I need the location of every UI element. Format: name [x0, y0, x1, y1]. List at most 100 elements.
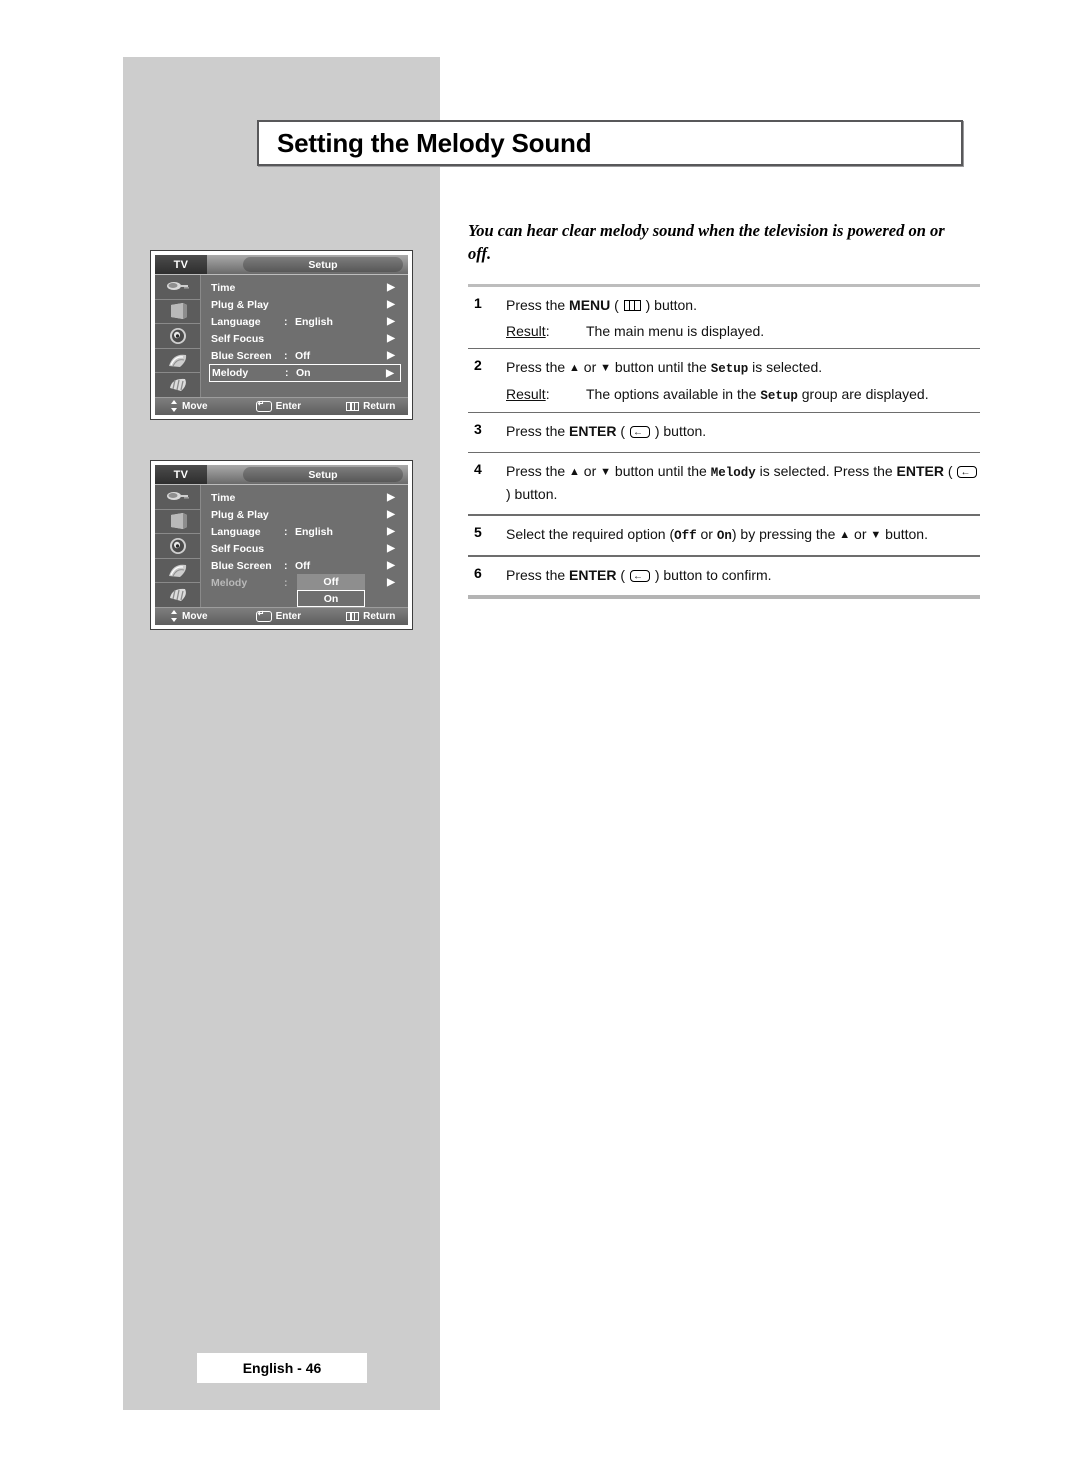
step-text: Press the ENTER ( ← ) button. [506, 421, 980, 443]
melody-dropdown[interactable]: Off On [297, 574, 365, 607]
row-label: Language [211, 525, 261, 538]
row-label: Blue Screen [211, 559, 272, 572]
up-down-arrows-icon [171, 610, 178, 622]
result-label: Result: [506, 322, 550, 339]
row-label: Melody [212, 367, 249, 379]
open-paren: ( [610, 297, 623, 313]
row-label: Plug & Play [211, 298, 269, 311]
footer-return-label: Return [363, 610, 396, 622]
osd-row-time[interactable]: Time ▶ [209, 279, 401, 296]
menu-button-label: MENU [569, 297, 611, 313]
step-number: 1 [474, 295, 482, 311]
row-label: Time [211, 491, 236, 504]
osd-tv-tab: TV [155, 465, 207, 484]
step-number: 5 [474, 523, 482, 540]
up-arrow-icon: ▲ [569, 362, 580, 375]
enter-icon: ← [957, 466, 978, 479]
tv-set-icon [155, 510, 200, 534]
step-text: Press the ▲ or ▼ button until the Melody… [506, 461, 980, 505]
step-number: 4 [474, 461, 482, 478]
right-arrow-icon: ▶ [387, 333, 395, 344]
up-down-arrows-icon [171, 400, 178, 412]
intro-paragraph: You can hear clear melody sound when the… [468, 221, 945, 264]
row-colon: : [284, 315, 288, 328]
dropdown-option-off[interactable]: Off [297, 574, 365, 590]
enter-icon: ← [629, 569, 650, 582]
menu-icon [623, 300, 641, 311]
enter-key-icon [255, 399, 272, 412]
result-text: The options available in the Setup group… [586, 385, 929, 403]
step-number: 6 [474, 564, 482, 581]
row-colon: : [284, 349, 288, 362]
row-colon: : [284, 559, 288, 572]
open-paren: ( [944, 463, 957, 480]
row-value: On [296, 367, 311, 379]
footer-move-label: Move [182, 400, 208, 412]
osd-row-self-focus[interactable]: Self Focus ▶ [209, 540, 401, 557]
osd-header: TV Setup [155, 465, 408, 485]
right-arrow-icon: ▶ [386, 367, 394, 379]
osd-icon-column [155, 275, 201, 397]
step-result: Result: The main menu is displayed. [506, 323, 980, 339]
enter-button-label: ENTER [896, 463, 944, 480]
osd-row-language[interactable]: Language : English ▶ [209, 523, 401, 540]
conj-or-2: or [850, 525, 871, 542]
down-arrow-icon: ▼ [870, 528, 882, 541]
osd-row-time[interactable]: Time ▶ [209, 489, 401, 506]
antenna-icon [155, 275, 200, 300]
menu-key-icon [346, 401, 360, 411]
step-text-post: ) by pressing the [731, 525, 840, 542]
osd-body: Time ▶ Plug & Play ▶ Language : English … [155, 275, 408, 397]
step-number: 2 [474, 357, 482, 374]
row-label: Plug & Play [211, 508, 269, 521]
osd-row-blue-screen[interactable]: Blue Screen : Off ▶ [209, 347, 401, 364]
osd-row-blue-screen[interactable]: Blue Screen : Off ▶ [209, 557, 401, 574]
right-arrow-icon: ▶ [387, 560, 395, 571]
steps-list: 1 Press the MENU ( ) button. Result: The… [468, 284, 980, 599]
page-title-box: Setting the Melody Sound [257, 120, 963, 166]
step-3: 3 Press the ENTER ( ← ) button. [468, 413, 980, 452]
osd-setup-tab[interactable]: Setup [243, 467, 403, 482]
right-arrow-icon: ▶ [387, 577, 395, 588]
conj-or: or [579, 463, 601, 480]
osd-setup-tab[interactable]: Setup [243, 257, 403, 272]
right-arrow-icon: ▶ [387, 282, 395, 293]
osd-row-self-focus[interactable]: Self Focus ▶ [209, 330, 401, 347]
osd-row-language[interactable]: Language : English ▶ [209, 313, 401, 330]
step-text-pre: Press the [506, 423, 570, 440]
footer-return: Return [346, 611, 395, 622]
step-text-post2: button. [881, 525, 928, 542]
osd-icon-column [155, 485, 201, 607]
down-arrow-icon: ▼ [600, 466, 612, 479]
step-text-post2: ) button. [506, 485, 558, 502]
hand-fan-icon [155, 349, 200, 373]
footer-enter: Enter [255, 399, 301, 412]
setup-keyword: Setup [710, 362, 749, 377]
right-arrow-icon: ▶ [387, 299, 395, 310]
step-2: 2 Press the ▲ or ▼ button until the Setu… [468, 349, 980, 411]
dropdown-option-on-selected[interactable]: On [297, 590, 365, 607]
result-label: Result: [506, 385, 550, 402]
open-paren: ( [616, 423, 629, 440]
osd-rows-2: Time ▶ Plug & Play ▶ Language : English … [201, 485, 408, 607]
footer-return: Return [346, 401, 395, 412]
step-text-mid: button until the [611, 359, 711, 376]
osd-row-plug-and-play[interactable]: Plug & Play ▶ [209, 506, 401, 523]
step-text: Select the required option (Off or On) b… [506, 524, 980, 546]
osd-row-melody-selected[interactable]: Melody : On ▶ [209, 364, 401, 382]
step-1: 1 Press the MENU ( ) button. Result: The… [468, 287, 980, 348]
page-number-badge: English - 46 [197, 1353, 367, 1383]
enter-button-label: ENTER [569, 423, 617, 440]
osd-tv-tab: TV [155, 255, 207, 274]
up-arrow-icon: ▲ [569, 466, 580, 479]
right-arrow-icon: ▶ [387, 350, 395, 361]
step-text-post: ) button to confirm. [650, 566, 772, 583]
footer-enter-label: Enter [275, 610, 302, 622]
enter-key-icon [255, 609, 272, 622]
osd-body: Time ▶ Plug & Play ▶ Language : English … [155, 485, 408, 607]
hand-fan-icon [155, 559, 200, 583]
open-paren: ( [616, 566, 629, 583]
speaker-icon [155, 324, 200, 349]
osd-row-plug-and-play[interactable]: Plug & Play ▶ [209, 296, 401, 313]
row-label: Time [211, 281, 236, 294]
